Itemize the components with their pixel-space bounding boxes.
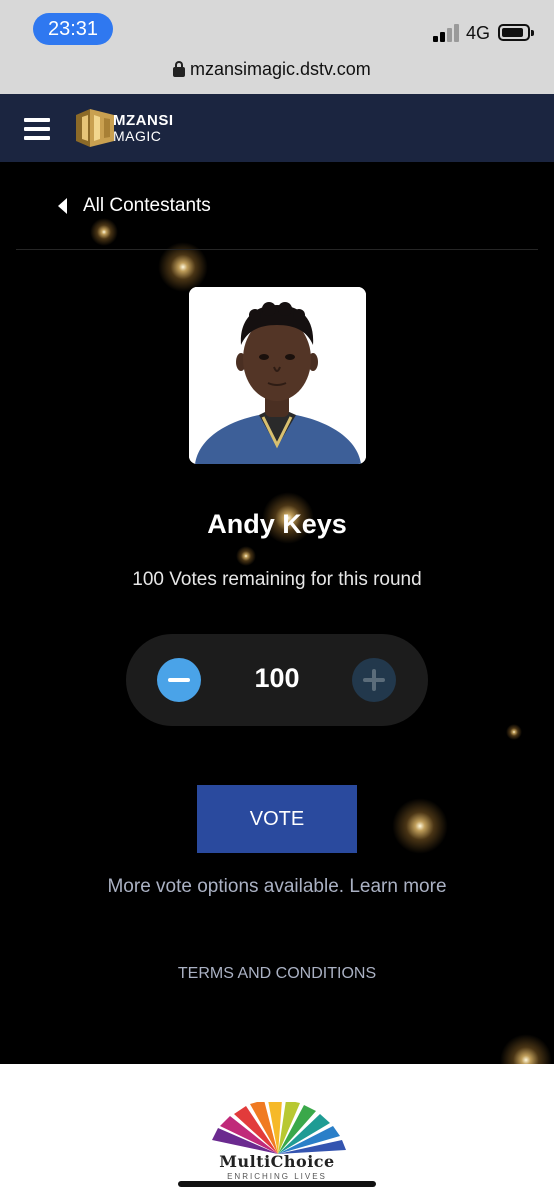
increase-votes-button[interactable] bbox=[352, 658, 396, 702]
signal-icon bbox=[433, 22, 461, 42]
logo-text-top: MZANSI bbox=[113, 112, 174, 129]
minus-icon bbox=[168, 678, 190, 682]
vote-button[interactable]: VOTE bbox=[197, 785, 357, 853]
sparkle-decoration bbox=[236, 546, 256, 566]
multichoice-tagline: ENRICHING LIVES bbox=[227, 1172, 327, 1181]
divider bbox=[16, 249, 538, 250]
multichoice-wordmark: MultiChoice bbox=[219, 1152, 335, 1171]
multichoice-logo-icon bbox=[212, 1102, 346, 1154]
sparkle-decoration bbox=[392, 798, 448, 854]
back-link-label: All Contestants bbox=[83, 195, 211, 216]
url-text[interactable]: mzansimagic.dstv.com bbox=[190, 59, 371, 80]
mzansi-magic-logo-icon[interactable] bbox=[74, 107, 116, 149]
status-time: 23:31 bbox=[33, 13, 113, 45]
sparkle-decoration bbox=[90, 218, 118, 246]
browser-url-bar[interactable]: mzansimagic.dstv.com bbox=[0, 50, 554, 94]
more-vote-options-link[interactable]: More vote options available. Learn more bbox=[0, 876, 554, 898]
hamburger-icon[interactable] bbox=[24, 118, 50, 140]
status-bar: 23:31 4G bbox=[0, 0, 554, 50]
contestant-name: Andy Keys bbox=[207, 509, 347, 539]
decrease-votes-button[interactable] bbox=[157, 658, 201, 702]
sparkle-decoration bbox=[500, 1034, 552, 1064]
contestant-photo bbox=[189, 287, 366, 464]
network-label: 4G bbox=[466, 23, 491, 43]
logo-text-bottom: MAGIC bbox=[113, 128, 162, 144]
main-content: All Contestants Andy Keys 100 Votes rema… bbox=[0, 162, 554, 1064]
sparkle-decoration bbox=[506, 724, 522, 740]
lock-icon bbox=[173, 61, 185, 77]
vote-quantity-stepper: 100 bbox=[126, 634, 428, 726]
vote-count-value: 100 bbox=[254, 663, 300, 693]
home-indicator[interactable] bbox=[178, 1181, 376, 1187]
battery-icon bbox=[498, 24, 534, 41]
terms-and-conditions-link[interactable]: TERMS AND CONDITIONS bbox=[0, 965, 554, 983]
app-header: MZANSI MAGIC bbox=[0, 94, 554, 162]
votes-remaining-text: 100 Votes remaining for this round bbox=[132, 569, 422, 590]
chevron-left-icon bbox=[58, 198, 67, 214]
